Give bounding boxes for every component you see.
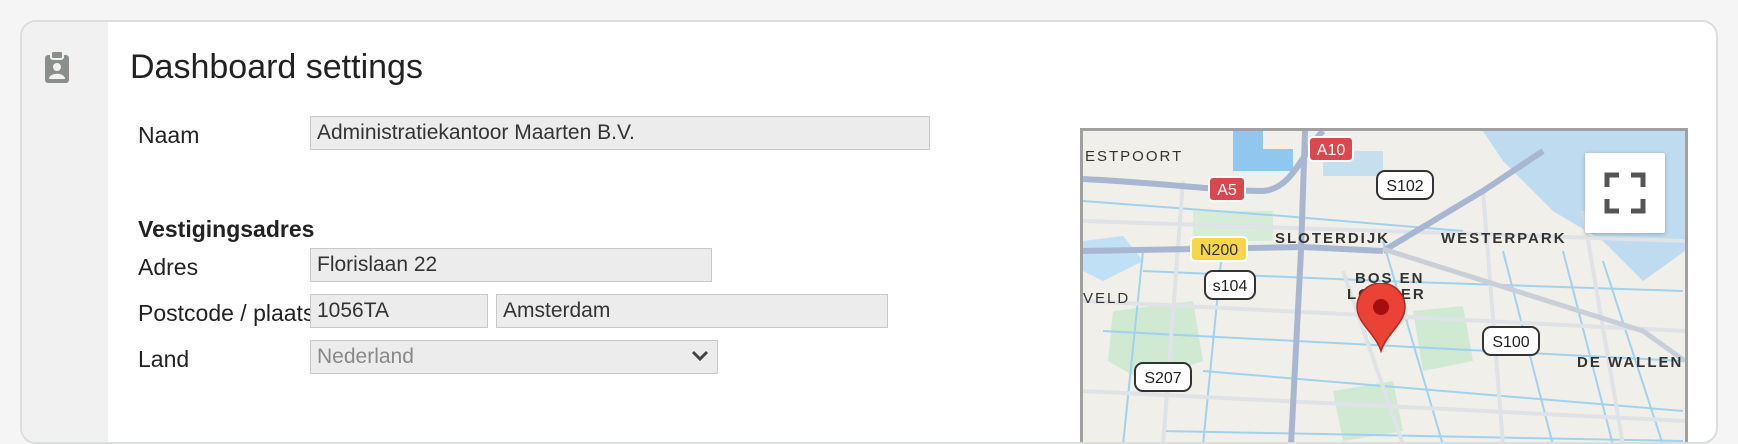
postcode-input[interactable] <box>310 294 488 328</box>
fullscreen-button[interactable] <box>1585 153 1665 233</box>
shield-s104: s104 <box>1213 278 1248 295</box>
land-label: Land <box>138 346 190 372</box>
map-label-de-wallen: DE WALLEN <box>1577 354 1683 371</box>
plaats-input[interactable] <box>496 294 888 328</box>
shield-s102: S102 <box>1386 178 1423 195</box>
page-title: Dashboard settings <box>130 48 423 86</box>
naam-input[interactable] <box>310 116 930 150</box>
chevron-down-icon <box>691 350 709 362</box>
adres-input[interactable] <box>310 248 712 282</box>
adres-label: Adres <box>138 254 199 280</box>
map-label-westpoort: ESTPOORT <box>1085 148 1183 165</box>
settings-card: Dashboard settings Naam Vestigingsadres … <box>20 20 1718 444</box>
postcode-plaats-label: Postcode / plaats <box>138 300 315 326</box>
fullscreen-icon <box>1604 172 1646 214</box>
land-selected-value: Nederland <box>317 345 414 368</box>
clipboard-icon[interactable] <box>44 50 70 84</box>
map-label-westerpark: WESTERPARK <box>1441 230 1567 247</box>
shield-s207: S207 <box>1144 370 1181 387</box>
land-select[interactable]: Nederland <box>310 340 718 374</box>
section-title: Vestigingsadres <box>138 216 315 242</box>
location-map[interactable]: ESTPOORT SLOTERDIJK WESTERPARK BOS EN LO… <box>1080 128 1688 442</box>
naam-label: Naam <box>138 122 200 148</box>
map-label-veld: VELD <box>1083 290 1130 307</box>
shield-s100: S100 <box>1492 334 1529 351</box>
sidebar <box>22 22 108 442</box>
shield-a5: A5 <box>1217 182 1237 199</box>
shield-n200: N200 <box>1200 242 1238 259</box>
shield-a10: A10 <box>1317 142 1346 159</box>
map-pin-icon[interactable] <box>1355 283 1407 353</box>
map-label-sloterdijk: SLOTERDIJK <box>1275 230 1390 247</box>
